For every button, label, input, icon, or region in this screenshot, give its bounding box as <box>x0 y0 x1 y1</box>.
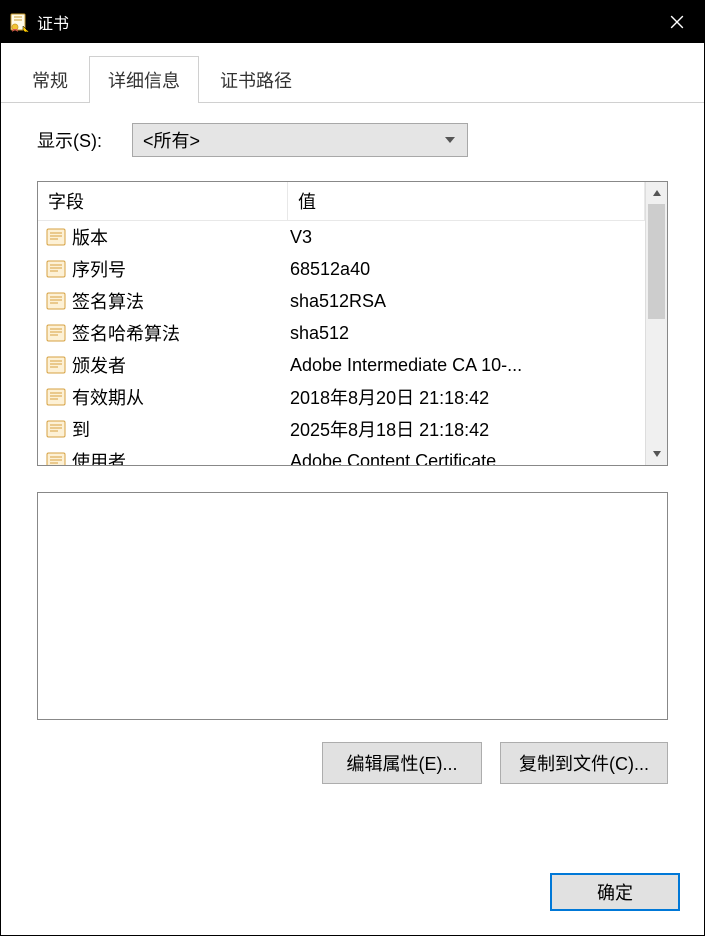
field-list-rows: 版本 V3 序列号 68512a40 签名算法 sha512RSA 签名哈希算法 sha512… <box>38 221 645 465</box>
list-item-field: 颁发者 <box>38 352 288 378</box>
field-icon <box>46 419 66 439</box>
scroll-thumb[interactable] <box>648 204 665 319</box>
list-item-value: 68512a40 <box>288 259 645 280</box>
filter-label: 显示(S): <box>37 127 132 153</box>
list-item-field: 使用者 <box>38 448 288 465</box>
scroll-up-button[interactable] <box>646 182 667 204</box>
field-icon <box>46 259 66 279</box>
svg-text:!: ! <box>26 28 27 33</box>
list-item[interactable]: 签名哈希算法 sha512 <box>38 317 645 349</box>
field-name: 序列号 <box>72 256 126 282</box>
list-item-field: 签名哈希算法 <box>38 320 288 346</box>
list-item[interactable]: 有效期从 2018年8月20日 21:18:42 <box>38 381 645 413</box>
list-item-value: sha512 <box>288 323 645 344</box>
action-buttons: 编辑属性(E)... 复制到文件(C)... <box>37 742 668 784</box>
edit-properties-button[interactable]: 编辑属性(E)... <box>322 742 482 784</box>
field-icon <box>46 355 66 375</box>
column-field[interactable]: 字段 <box>38 182 288 220</box>
tab-details[interactable]: 详细信息 <box>89 56 199 103</box>
list-item-value: Adobe Intermediate CA 10-... <box>288 355 645 376</box>
list-item-value: 2018年8月20日 21:18:42 <box>288 384 645 410</box>
list-item-field: 序列号 <box>38 256 288 282</box>
field-name: 有效期从 <box>72 384 144 410</box>
list-item-field: 有效期从 <box>38 384 288 410</box>
dialog-content: 常规 详细信息 证书路径 显示(S): <所有> 字段 值 版本 V3 序列号 685… <box>1 43 704 935</box>
list-item[interactable]: 到 2025年8月18日 21:18:42 <box>38 413 645 445</box>
field-list-header: 字段 值 <box>38 182 645 221</box>
scroll-down-button[interactable] <box>646 443 667 465</box>
close-button[interactable] <box>649 1 704 43</box>
filter-row: 显示(S): <所有> <box>37 123 668 157</box>
column-value[interactable]: 值 <box>288 182 645 220</box>
list-item[interactable]: 颁发者 Adobe Intermediate CA 10-... <box>38 349 645 381</box>
filter-selected-value: <所有> <box>143 127 200 153</box>
list-item-field: 签名算法 <box>38 288 288 314</box>
field-list: 字段 值 版本 V3 序列号 68512a40 签名算法 sha512RSA 签名哈希算法 s… <box>37 181 668 466</box>
field-icon <box>46 387 66 407</box>
field-name: 签名算法 <box>72 288 144 314</box>
filter-select[interactable]: <所有> <box>132 123 468 157</box>
scroll-track[interactable] <box>646 204 667 443</box>
list-item-value: sha512RSA <box>288 291 645 312</box>
window-title: 证书 <box>37 10 649 34</box>
list-item-field: 到 <box>38 416 288 442</box>
certificate-icon: ! <box>9 12 29 32</box>
field-icon <box>46 451 66 465</box>
field-list-content: 字段 值 版本 V3 序列号 68512a40 签名算法 sha512RSA 签名哈希算法 s… <box>38 182 645 465</box>
tab-general[interactable]: 常规 <box>13 56 87 103</box>
scrollbar[interactable] <box>645 182 667 465</box>
field-name: 版本 <box>72 224 108 250</box>
titlebar[interactable]: ! 证书 <box>1 1 704 43</box>
field-icon <box>46 227 66 247</box>
list-item[interactable]: 签名算法 sha512RSA <box>38 285 645 317</box>
field-icon <box>46 323 66 343</box>
field-name: 到 <box>72 416 90 442</box>
detail-value-box[interactable] <box>37 492 668 720</box>
ok-button[interactable]: 确定 <box>550 873 680 911</box>
field-icon <box>46 291 66 311</box>
dialog-footer: 确定 <box>1 873 704 935</box>
details-body: 显示(S): <所有> 字段 值 版本 V3 序列号 68512a40 签名算法 sha5… <box>1 103 704 873</box>
copy-to-file-button[interactable]: 复制到文件(C)... <box>500 742 668 784</box>
tab-bar: 常规 详细信息 证书路径 <box>1 43 704 103</box>
field-name: 颁发者 <box>72 352 126 378</box>
list-item[interactable]: 版本 V3 <box>38 221 645 253</box>
list-item-value: 2025年8月18日 21:18:42 <box>288 416 645 442</box>
list-item-value: V3 <box>288 227 645 248</box>
tab-path[interactable]: 证书路径 <box>201 56 311 103</box>
list-item-field: 版本 <box>38 224 288 250</box>
certificate-dialog: ! 证书 常规 详细信息 证书路径 显示(S): <所有> 字段 <box>0 0 705 936</box>
list-item[interactable]: 使用者 Adobe Content Certificate ... <box>38 445 645 465</box>
list-item[interactable]: 序列号 68512a40 <box>38 253 645 285</box>
field-name: 签名哈希算法 <box>72 320 180 346</box>
list-item-value: Adobe Content Certificate ... <box>288 451 645 466</box>
field-name: 使用者 <box>72 448 126 465</box>
